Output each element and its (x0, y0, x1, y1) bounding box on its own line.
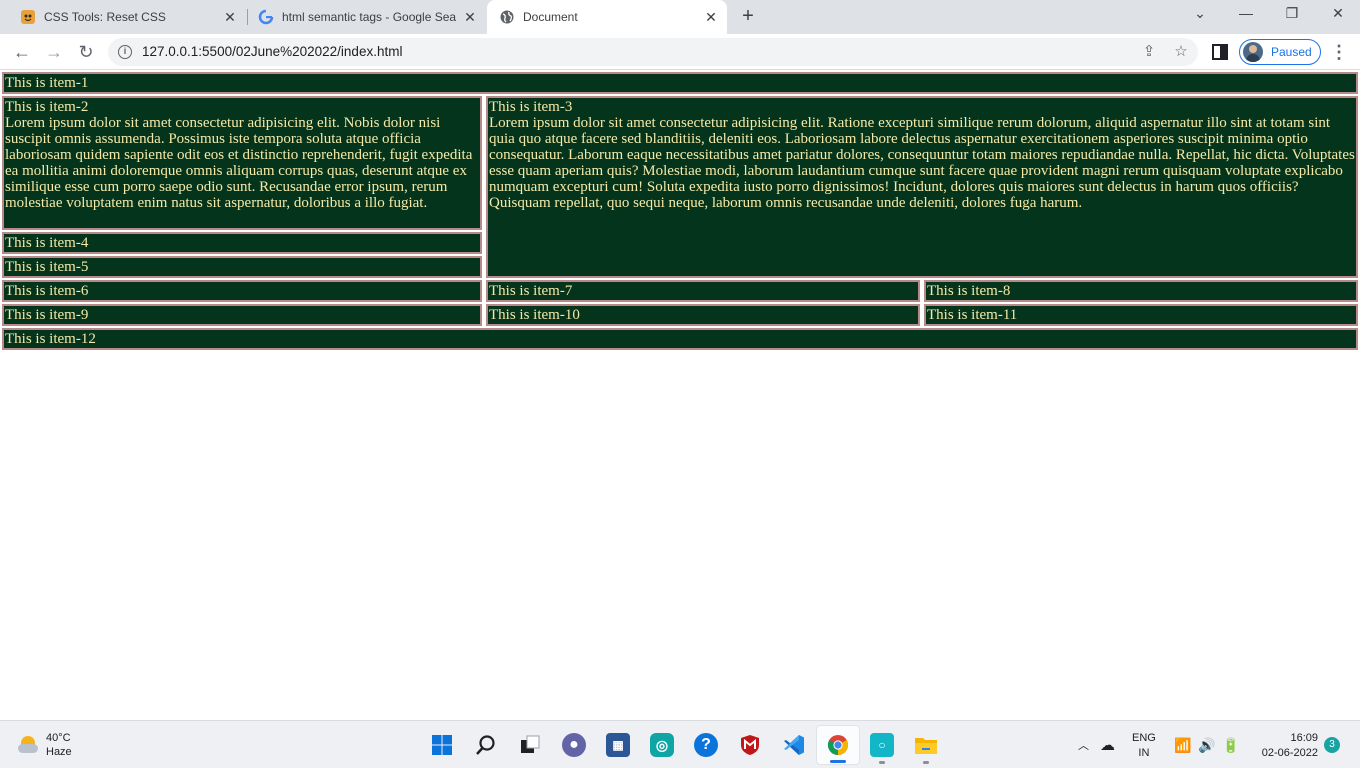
tab-document[interactable]: Document ✕ (487, 0, 727, 34)
grid-item-8: This is item-8 (924, 280, 1358, 302)
grid-item-1: This is item-1 (2, 72, 1358, 94)
item-heading: This is item-8 (927, 283, 1011, 299)
mcafee-icon[interactable] (728, 725, 772, 765)
tab-title: html semantic tags - Google Sea (282, 10, 457, 24)
grid-item-12: This is item-12 (2, 328, 1358, 350)
reload-icon[interactable]: ↻ (74, 40, 98, 64)
system-clock[interactable]: 16:09 02-06-2022 (1252, 731, 1318, 761)
grid-item-6: This is item-6 (2, 280, 482, 302)
taskbar-apps: ● ▦ ◎ ? ○ (420, 725, 948, 765)
item-heading: This is item-4 (5, 235, 89, 251)
minimize-icon[interactable]: — (1234, 5, 1258, 27)
item-heading: This is item-10 (489, 307, 580, 323)
grid-item-3: This is item-3 Lorem ipsum dolor sit ame… (486, 96, 1358, 278)
browser-toolbar: ← → ↻ i 127.0.0.1:5500/02June%202022/ind… (0, 34, 1360, 70)
more-menu-icon[interactable]: ⋮ (1330, 40, 1348, 64)
item-heading: This is item-1 (5, 75, 89, 91)
close-icon[interactable]: ✕ (703, 9, 719, 25)
weather-temperature: 40°C (46, 732, 71, 744)
tab-strip: CSS Tools: Reset CSS ✕ html semantic tag… (0, 0, 1360, 34)
address-bar[interactable]: i 127.0.0.1:5500/02June%202022/index.htm… (108, 38, 1198, 66)
running-indicator (923, 761, 929, 764)
item-heading: This is item-9 (5, 307, 89, 323)
notification-badge[interactable]: 3 (1324, 737, 1340, 753)
close-icon[interactable]: ✕ (462, 9, 478, 25)
weather-description: Haze (46, 746, 72, 758)
item-body-text: Lorem ipsum dolor sit amet consectetur a… (5, 115, 473, 211)
tab-title: CSS Tools: Reset CSS (44, 10, 166, 24)
bookmark-star-icon[interactable]: ☆ (1172, 43, 1190, 61)
grid-item-10: This is item-10 (486, 304, 920, 326)
search-icon[interactable] (464, 725, 508, 765)
edge-icon[interactable]: ◎ (640, 725, 684, 765)
grid-item-7: This is item-7 (486, 280, 920, 302)
address-url[interactable]: 127.0.0.1:5500/02June%202022/index.html (142, 44, 402, 59)
grid-item-4: This is item-4 (2, 232, 482, 254)
item-heading: This is item-3 (489, 99, 573, 115)
item-heading: This is item-5 (5, 259, 89, 275)
chrome-icon[interactable] (816, 725, 860, 765)
teams-chat-icon[interactable]: ● (552, 725, 596, 765)
grid-item-11: This is item-11 (924, 304, 1358, 326)
weather-haze-icon (18, 734, 40, 756)
item-body-text: Lorem ipsum dolor sit amet consectetur a… (489, 115, 1355, 211)
page-viewport: This is item-1 This is item-2 Lorem ipsu… (0, 71, 1360, 719)
grid-container: This is item-1 This is item-2 Lorem ipsu… (0, 71, 1360, 351)
profile-status: Paused (1271, 45, 1312, 59)
clock-date: 02-06-2022 (1261, 747, 1318, 759)
grid-item-2: This is item-2 Lorem ipsum dolor sit ame… (2, 96, 482, 230)
show-hidden-icons-icon[interactable]: ︿ (1078, 721, 1089, 768)
app-icon[interactable]: ○ (860, 725, 904, 765)
tab-google-search[interactable]: html semantic tags - Google Sea ✕ (238, 0, 486, 34)
css-tricks-icon (20, 9, 36, 25)
tab-title: Document (523, 10, 578, 24)
weather-widget[interactable]: 40°C Haze (18, 731, 72, 759)
avatar (1243, 42, 1263, 62)
help-icon[interactable]: ? (684, 725, 728, 765)
vscode-icon[interactable] (772, 725, 816, 765)
wifi-icon[interactable]: 📶 (1174, 721, 1191, 768)
item-heading: This is item-2 (5, 99, 89, 115)
microsoft-store-icon[interactable]: ▦ (596, 725, 640, 765)
grid-item-5: This is item-5 (2, 256, 482, 278)
clock-time: 16:09 (1290, 732, 1318, 744)
globe-icon (499, 9, 515, 25)
side-panel-icon[interactable] (1212, 44, 1228, 60)
running-indicator (879, 761, 885, 764)
language-code: ENG (1132, 732, 1156, 744)
share-icon[interactable]: ⇪ (1140, 43, 1158, 61)
site-info-icon[interactable]: i (118, 45, 132, 59)
back-arrow-icon[interactable]: ← (10, 40, 34, 64)
volume-icon[interactable]: 🔊 (1198, 721, 1215, 768)
file-explorer-icon[interactable] (904, 725, 948, 765)
battery-icon[interactable]: 🔋 (1222, 721, 1239, 768)
task-view-icon[interactable] (508, 725, 552, 765)
window-close-icon[interactable]: ✕ (1326, 5, 1350, 27)
tab-css-tools[interactable]: CSS Tools: Reset CSS ✕ (0, 0, 246, 34)
profile-button[interactable]: Paused (1239, 39, 1321, 65)
active-indicator (830, 760, 846, 763)
tab-search-chevron-icon[interactable]: ⌄ (1188, 5, 1212, 27)
item-heading: This is item-7 (489, 283, 573, 299)
new-tab-button[interactable]: + (738, 6, 758, 26)
forward-arrow-icon[interactable]: → (42, 40, 66, 64)
grid-item-9: This is item-9 (2, 304, 482, 326)
windows-taskbar: 40°C Haze ● ▦ ◎ ? ○ ︿ ☁ ENG IN 📶 🔊 🔋 16:… (0, 720, 1360, 768)
item-heading: This is item-6 (5, 283, 89, 299)
windows-start-icon[interactable] (420, 725, 464, 765)
item-heading: This is item-11 (927, 307, 1018, 323)
close-icon[interactable]: ✕ (222, 9, 238, 25)
language-region: IN (1138, 747, 1150, 759)
google-icon (258, 9, 274, 25)
onedrive-cloud-icon[interactable]: ☁ (1100, 721, 1115, 768)
item-heading: This is item-12 (5, 331, 96, 347)
restore-icon[interactable]: ❐ (1280, 5, 1304, 27)
language-indicator[interactable]: ENG IN (1132, 731, 1156, 761)
